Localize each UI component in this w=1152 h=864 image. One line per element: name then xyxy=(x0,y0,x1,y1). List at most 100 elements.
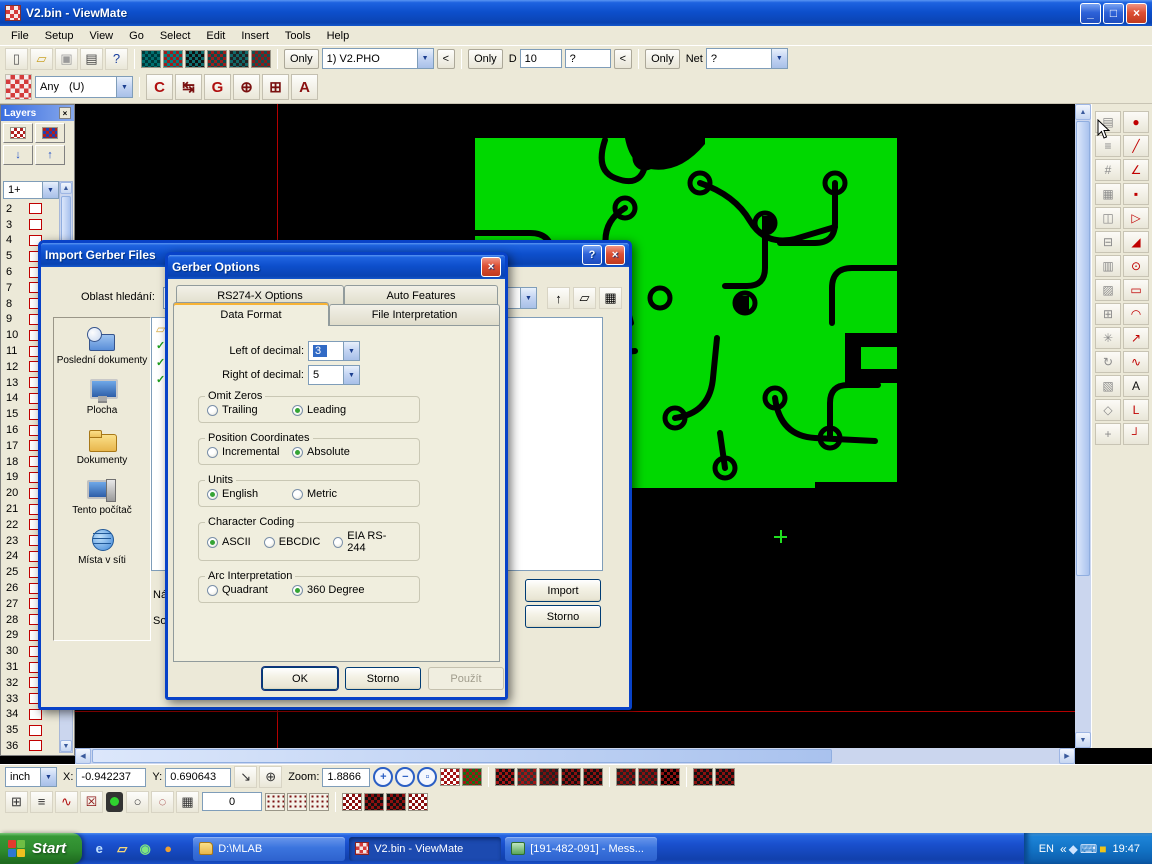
only-layer-toggle[interactable]: Only xyxy=(284,49,319,69)
chevron-down-icon[interactable]: ▼ xyxy=(771,49,787,68)
menu-insert[interactable]: Insert xyxy=(233,28,277,44)
net-combobox[interactable]: ? ▼ xyxy=(706,48,788,69)
layer-view-button[interactable] xyxy=(3,123,33,143)
layer-view-icon[interactable] xyxy=(207,50,227,68)
rotate-tool-icon[interactable]: ↻ xyxy=(1095,351,1121,373)
draw-vector-icon[interactable]: ↗ xyxy=(1123,327,1149,349)
shade-tool-icon[interactable]: ▧ xyxy=(1095,375,1121,397)
tray-keyboard-icon[interactable]: ⌨ xyxy=(1080,842,1097,856)
draw-arc-icon[interactable]: ◠ xyxy=(1123,303,1149,325)
dcode-query-field[interactable]: ? xyxy=(565,49,611,68)
place-plocha[interactable]: Plocha xyxy=(54,372,150,422)
radio-trailing[interactable]: Trailing xyxy=(207,404,292,416)
tray-chevron-icon[interactable]: « xyxy=(1060,842,1067,856)
open-file-icon[interactable]: ▱ xyxy=(30,48,53,70)
draw-wedge-icon[interactable]: ◢ xyxy=(1123,231,1149,253)
swap-layers-icon[interactable]: ↹ xyxy=(175,74,202,100)
chevron-down-icon[interactable]: ▼ xyxy=(520,288,536,308)
mirror-tool-icon[interactable]: ◫ xyxy=(1095,207,1121,229)
trace-view-icon[interactable] xyxy=(185,50,205,68)
move-layer-up-button[interactable]: ↑ xyxy=(35,145,65,165)
layer-row-3[interactable]: 3 xyxy=(1,217,59,233)
merge-tool-icon[interactable]: ⊞ xyxy=(1095,303,1121,325)
only-net-toggle[interactable]: Only xyxy=(645,49,680,69)
context-help-icon[interactable]: ? xyxy=(105,48,128,70)
outline-display-icon[interactable] xyxy=(583,768,603,786)
radio-eia-rs-244[interactable]: EIA RS-244 xyxy=(333,530,398,554)
new-file-icon[interactable]: ▯ xyxy=(5,48,28,70)
place-posledn-dokumenty[interactable]: Poslední dokumenty xyxy=(54,322,150,372)
left-of-decimal-select[interactable]: 3 ▼ xyxy=(308,341,360,361)
cancel-button[interactable]: Storno xyxy=(345,667,421,690)
target-icon[interactable]: ⊕ xyxy=(233,74,260,100)
menu-file[interactable]: File xyxy=(3,28,37,44)
task-v2-bin-viewmate[interactable]: V2.bin - ViewMate xyxy=(349,837,501,861)
measure-diagonal-icon[interactable]: ↘ xyxy=(234,766,257,788)
grid-table-icon[interactable]: ▦ xyxy=(176,791,199,813)
frame-view-icon[interactable] xyxy=(141,50,161,68)
chevron-down-icon[interactable]: ▼ xyxy=(343,342,359,360)
aperture-filter-combobox[interactable]: Any (U) ▼ xyxy=(35,76,133,98)
layer-swatch[interactable] xyxy=(29,709,42,720)
import-button[interactable]: Import xyxy=(525,579,601,602)
close-icon[interactable]: × xyxy=(59,107,71,119)
text-tool-icon[interactable]: A xyxy=(1123,375,1149,397)
layer-swatch[interactable] xyxy=(29,203,42,214)
dot-grid-large-icon[interactable] xyxy=(309,793,329,811)
scroll-left-icon[interactable]: ◀ xyxy=(75,748,91,764)
current-layer-combobox[interactable]: 1+ ▼ xyxy=(3,181,59,199)
ok-button[interactable]: OK xyxy=(262,667,338,690)
radio-metric[interactable]: Metric xyxy=(292,488,337,500)
pad-view-icon[interactable] xyxy=(163,50,183,68)
radio-leading[interactable]: Leading xyxy=(292,404,346,416)
draw-polyline-icon[interactable]: ∠ xyxy=(1123,159,1149,181)
trace-display-icon[interactable] xyxy=(462,768,482,786)
layer-step-button[interactable]: < xyxy=(437,49,455,69)
net-display-icon[interactable] xyxy=(616,768,636,786)
settings-tool-icon[interactable]: ✳ xyxy=(1095,327,1121,349)
tray-alert-icon[interactable]: ■ xyxy=(1099,842,1106,856)
draw-point-icon[interactable]: ● xyxy=(1123,111,1149,133)
internet-explorer-icon[interactable]: e xyxy=(90,840,108,858)
negative-display-icon[interactable] xyxy=(539,768,559,786)
layer-row-35[interactable]: 35 xyxy=(1,722,59,738)
radio-absolute[interactable]: Absolute xyxy=(292,446,350,458)
highlight-point-icon[interactable]: ◌ xyxy=(151,791,174,813)
tray-network-icon[interactable]: ◆ xyxy=(1069,842,1078,856)
up-one-level-icon[interactable]: ↑ xyxy=(547,287,570,309)
y-coordinate-field[interactable]: 0.690643 xyxy=(165,768,231,787)
radio-ascii[interactable]: ASCII xyxy=(207,536,251,548)
draw-curve-icon[interactable]: ∿ xyxy=(1123,351,1149,373)
dcode-display-icon[interactable] xyxy=(638,768,658,786)
layers-panel-titlebar[interactable]: Layers × xyxy=(1,105,74,121)
step-repeat-icon[interactable]: ≡ xyxy=(30,791,53,813)
radio-incremental[interactable]: Incremental xyxy=(207,446,292,458)
browser-icon[interactable]: ● xyxy=(159,840,177,858)
draw-rectangle-icon[interactable]: ▪ xyxy=(1123,183,1149,205)
chevron-down-icon[interactable]: ▼ xyxy=(42,182,58,198)
place-tento-po-ta[interactable]: Tento počítač xyxy=(54,472,150,522)
minimize-button[interactable]: _ xyxy=(1080,3,1101,24)
traffic-light-icon[interactable] xyxy=(106,792,123,812)
menu-edit[interactable]: Edit xyxy=(198,28,233,44)
dcode-a-icon[interactable]: A xyxy=(291,74,318,100)
place-dokumenty[interactable]: Dokumenty xyxy=(54,422,150,472)
draw-line-icon[interactable]: ╱ xyxy=(1123,135,1149,157)
move-layer-down-button[interactable]: ↓ xyxy=(3,145,33,165)
menu-tools[interactable]: Tools xyxy=(277,28,319,44)
origin-icon[interactable]: ⊕ xyxy=(259,766,282,788)
help-button[interactable]: ? xyxy=(582,245,602,265)
dcode-step-button[interactable]: < xyxy=(614,49,632,69)
print-icon[interactable]: ▤ xyxy=(80,48,103,70)
gerber-dialog-titlebar[interactable]: Gerber Options × xyxy=(168,255,505,279)
dimension-tool-icon[interactable]: L xyxy=(1123,399,1149,421)
dcode-c-icon[interactable]: C xyxy=(146,74,173,100)
tab-auto-features[interactable]: Auto Features xyxy=(344,285,498,305)
explorer-folder-icon[interactable]: ▱ xyxy=(113,840,131,858)
apply-button[interactable]: Použít xyxy=(428,667,504,690)
report-display-icon[interactable] xyxy=(715,768,735,786)
layer-combobox[interactable]: 1) V2.PHO ▼ xyxy=(322,48,434,69)
transform-icon[interactable]: ⊞ xyxy=(5,791,28,813)
close-button[interactable]: × xyxy=(481,257,501,277)
right-of-decimal-select[interactable]: 5 ▼ xyxy=(308,365,360,385)
